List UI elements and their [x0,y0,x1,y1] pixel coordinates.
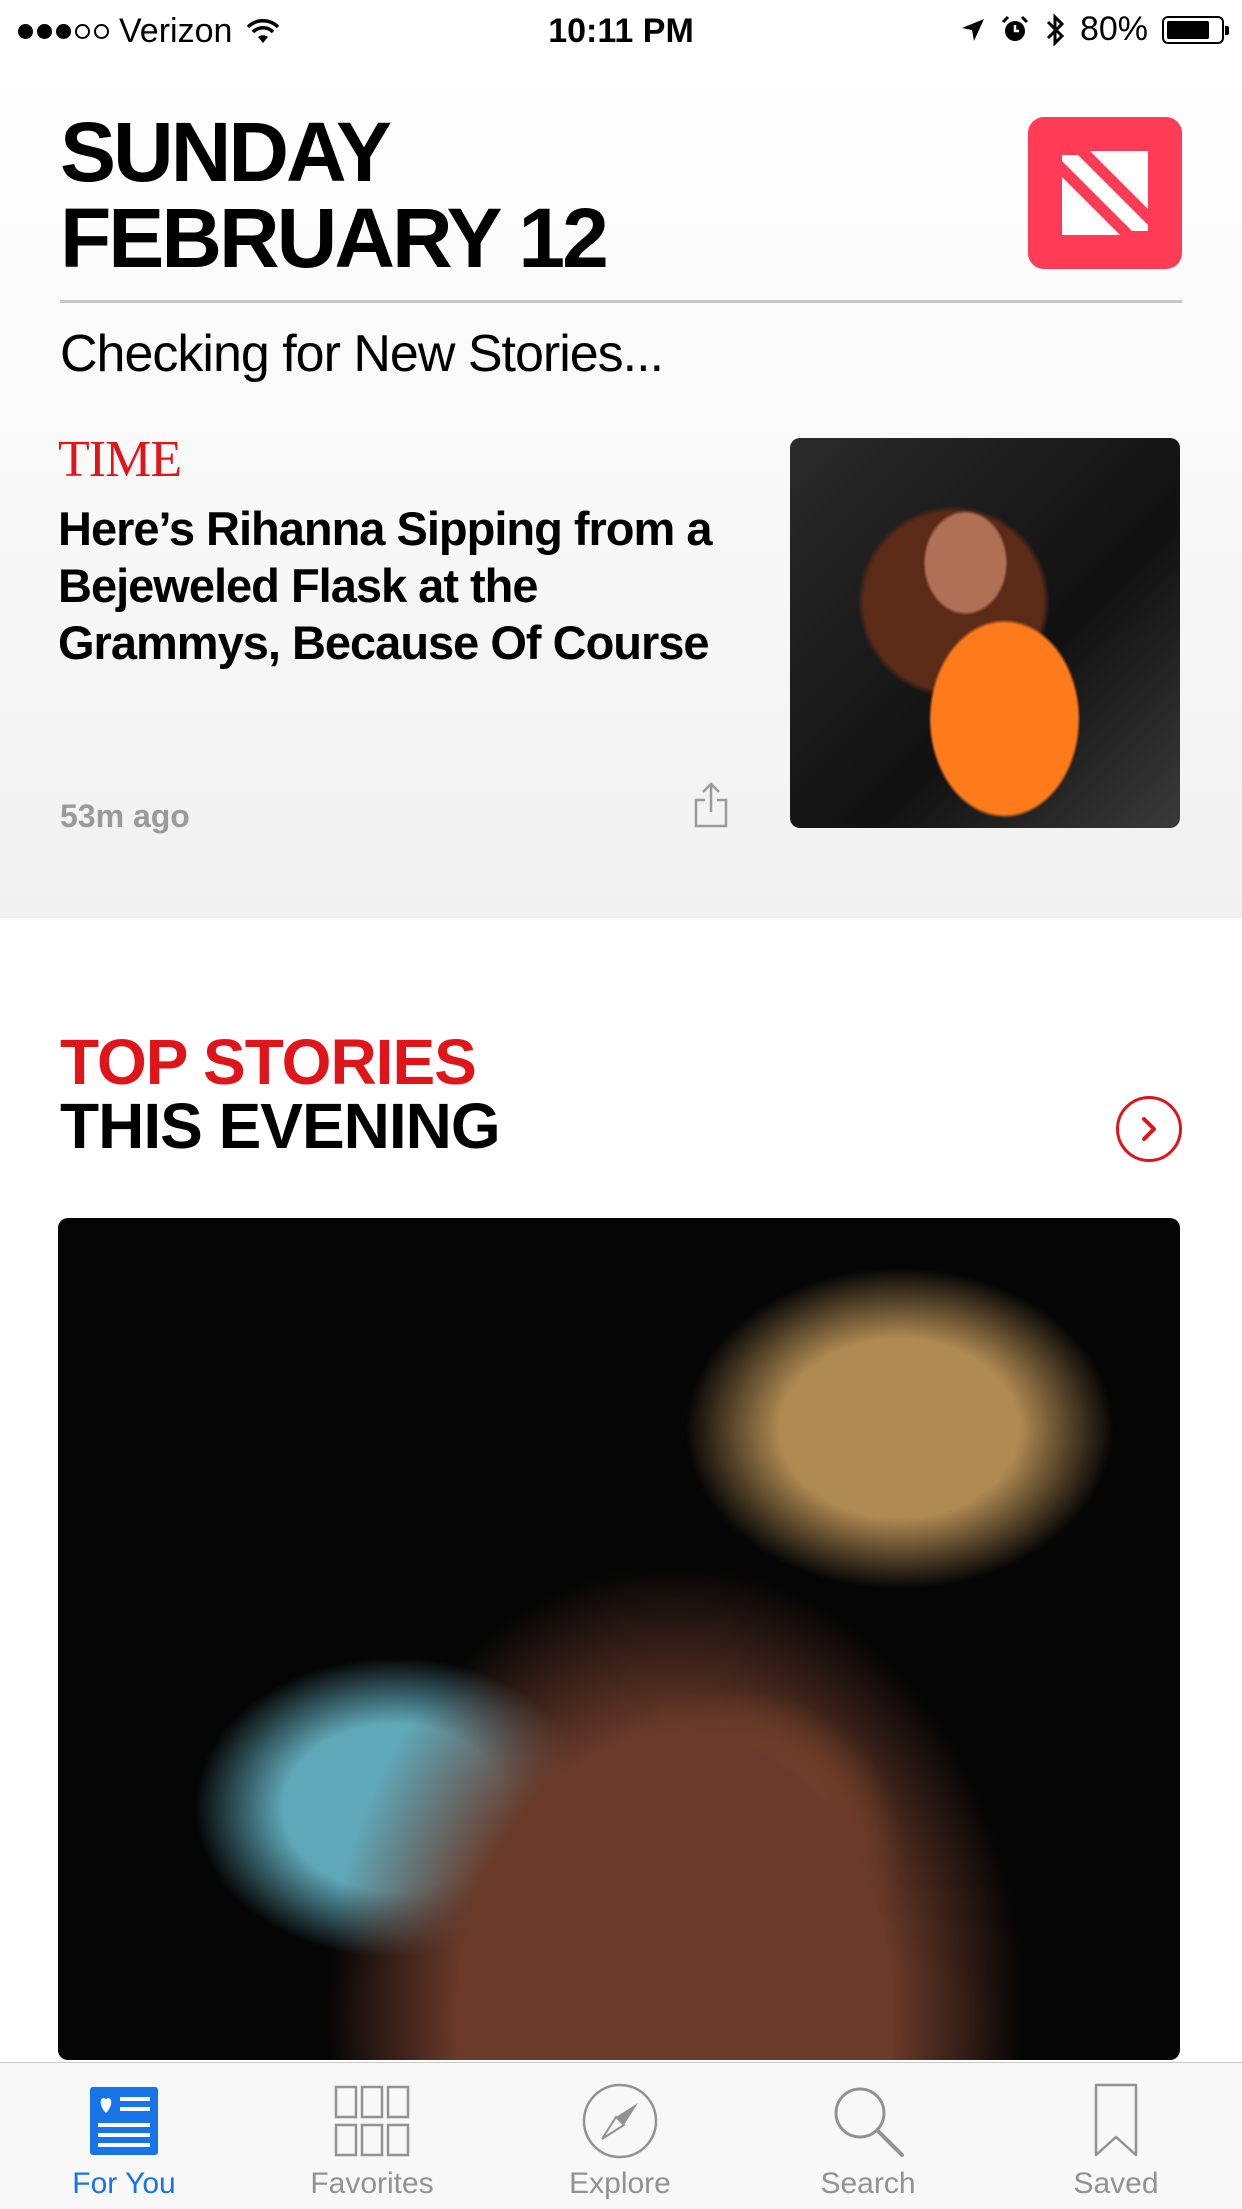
bookmark-icon [1094,2083,1138,2157]
story-headline[interactable]: Here’s Rihanna Sipping from a Bejeweled … [58,500,758,671]
section-title-black: THIS EVENING [60,1090,501,1162]
date-heading: FEBRUARY 12 [60,191,609,285]
day-heading: SUNDAY [60,105,392,199]
see-more-button[interactable] [1116,1096,1182,1162]
top-story-hero-image[interactable] [58,1218,1180,2060]
status-bar: Verizon 10:11 PM 80% [0,0,1242,62]
news-logo-icon [1062,151,1148,235]
news-app-logo [1028,117,1182,269]
chevron-right-icon [1142,1117,1156,1141]
bluetooth-icon [1046,12,1065,47]
tab-label: Saved [1073,2167,1159,2200]
tab-label: Explore [569,2167,671,2200]
share-icon[interactable] [692,780,730,830]
compass-icon [582,2083,658,2159]
tab-bar: For You Favorites Explore Search Saved [0,2062,1242,2209]
tab-search[interactable]: Search [744,2063,992,2209]
status-bar-right: 80% [960,10,1229,49]
tab-for-you[interactable]: For You [0,2063,248,2209]
for-you-icon [90,2087,158,2155]
tab-favorites[interactable]: Favorites [248,2063,496,2209]
story-thumbnail-image[interactable] [790,438,1180,828]
header-divider [60,300,1182,303]
story-source-logo: TIME [58,431,182,488]
alarm-clock-icon [1001,15,1028,41]
search-icon [834,2087,904,2157]
tab-label: For You [72,2167,176,2200]
section-title-red: TOP STORIES [60,1026,477,1098]
section-heading: TOP STORIES THIS EVENING [60,1026,501,1162]
battery-icon [1162,15,1229,44]
tab-saved[interactable]: Saved [992,2063,1240,2209]
favorites-grid-icon [334,2085,410,2157]
refresh-status-text: Checking for New Stories... [60,325,664,383]
tab-explore[interactable]: Explore [496,2063,744,2209]
battery-percent: 80% [1079,10,1148,48]
story-timestamp: 53m ago [60,798,190,834]
tab-label: Favorites [310,2167,434,2200]
location-arrow-icon [961,18,984,41]
tab-label: Search [820,2167,916,2200]
